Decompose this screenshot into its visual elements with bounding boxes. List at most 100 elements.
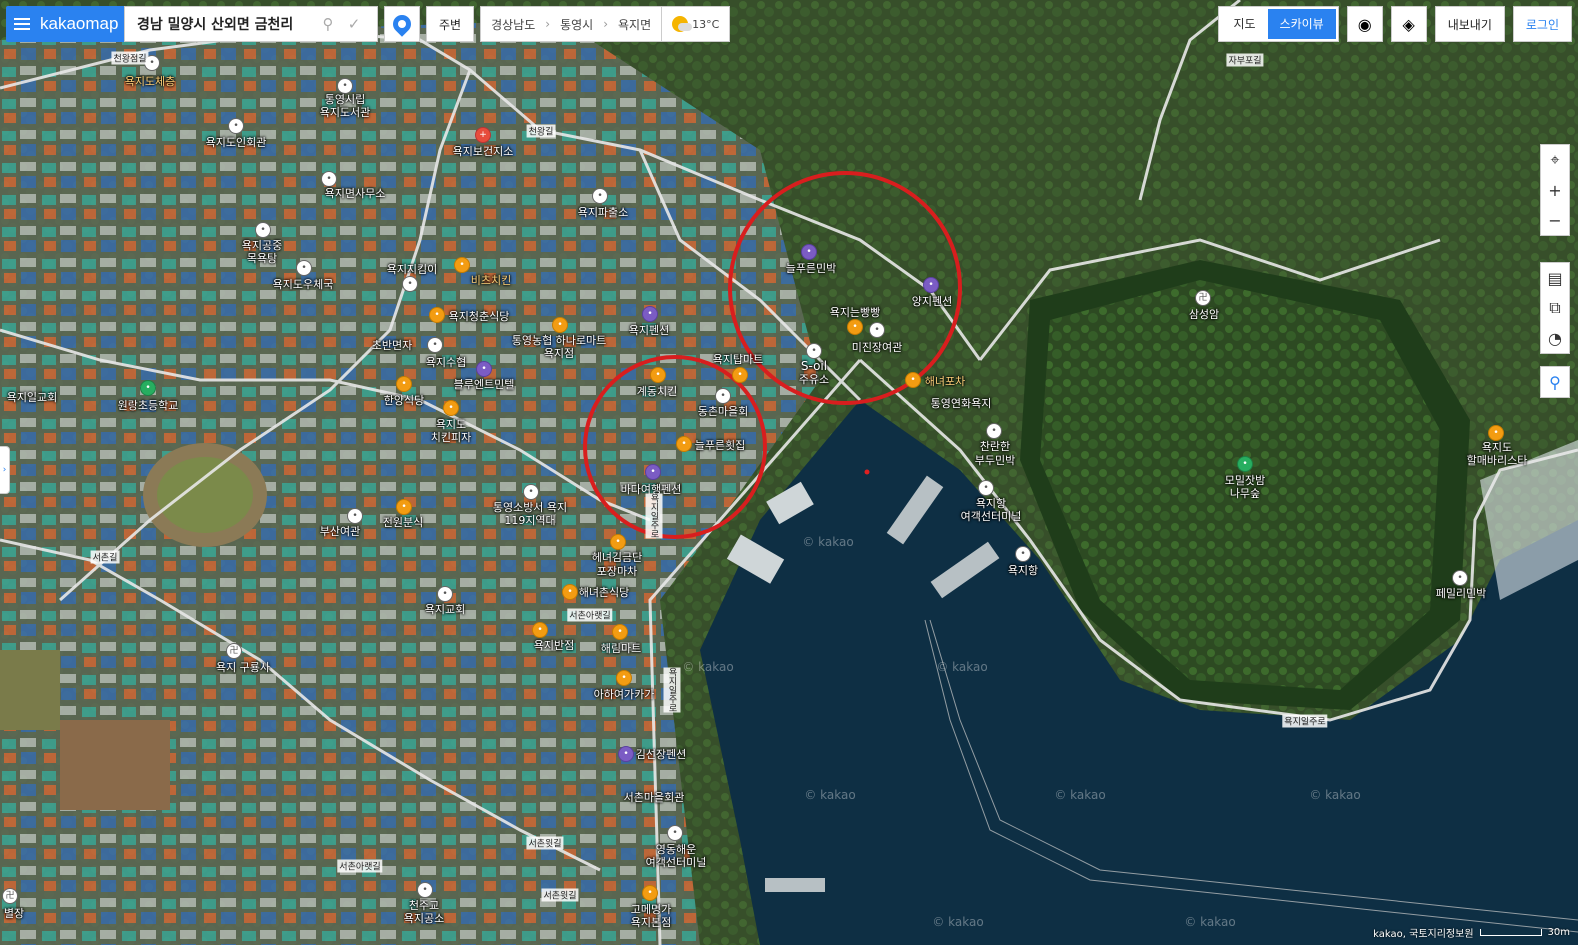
food-marker[interactable]: • — [610, 534, 626, 550]
place-label[interactable]: 욕지는빵빵 — [830, 304, 881, 320]
place-label[interactable]: 원랑초등학교 — [118, 397, 179, 413]
poi-marker[interactable]: • — [986, 423, 1002, 439]
place-label[interactable]: 욕지점 — [544, 345, 574, 361]
place-label[interactable]: 서촌마을회관 — [624, 789, 685, 805]
lodging-marker[interactable]: • — [618, 746, 634, 762]
place-label[interactable]: 부산여관 — [320, 523, 360, 539]
place-label[interactable]: 미진장여관 — [852, 339, 903, 355]
place-label[interactable]: 나무숲 — [1230, 485, 1260, 501]
gas-station-marker[interactable]: • — [806, 343, 822, 359]
place-label[interactable]: 119지역대 — [504, 512, 555, 528]
place-label[interactable]: 치킨피자 — [431, 429, 471, 445]
place-label[interactable]: 계동치킨 — [637, 383, 677, 399]
place-label[interactable]: 목욕탕 — [247, 250, 277, 266]
breadcrumb-item[interactable]: 욕지면 — [618, 16, 651, 33]
place-label[interactable]: 전원분식 — [383, 514, 423, 530]
place-label[interactable]: 한양식당 — [384, 392, 424, 408]
place-label[interactable]: 욕지청춘식당 — [449, 308, 510, 324]
map-view-button[interactable]: 지도 — [1221, 9, 1267, 39]
poi-marker[interactable]: • — [667, 825, 683, 841]
poi-marker[interactable]: • — [347, 508, 363, 524]
temple-marker[interactable]: 卍 — [2, 888, 18, 904]
place-label[interactable]: 욕지보건지소 — [453, 143, 514, 159]
temple-marker[interactable]: 卍 — [1195, 290, 1211, 306]
skyview-button[interactable]: 스카이뷰 — [1267, 9, 1336, 39]
poi-marker[interactable]: • — [592, 188, 608, 204]
kakaomap-logo[interactable]: kakaomap — [6, 6, 124, 42]
food-marker[interactable]: • — [429, 307, 445, 323]
food-marker[interactable]: • — [612, 624, 628, 640]
place-label[interactable]: 욕지도서관 — [320, 104, 371, 120]
place-label[interactable]: 여객선터미널 — [646, 854, 707, 870]
place-label[interactable]: 김선장펜션 — [636, 746, 687, 762]
place-label[interactable]: 욕지 구룡사 — [216, 659, 270, 675]
place-label[interactable]: 욕지도우체국 — [273, 276, 334, 292]
place-label[interactable]: 여객선터미널 — [961, 508, 1022, 524]
place-label[interactable]: 삼성암 — [1189, 306, 1219, 322]
lodging-marker[interactable]: • — [923, 277, 939, 293]
place-label[interactable]: 할매바리스타 — [1467, 452, 1528, 468]
menu-icon[interactable] — [14, 18, 30, 30]
place-label[interactable]: 동촌마을회 — [698, 403, 749, 419]
side-panel-toggle[interactable]: › — [0, 446, 10, 494]
food-marker[interactable]: • — [552, 317, 568, 333]
place-label[interactable]: 욕지공소 — [404, 910, 444, 926]
place-label[interactable]: 욕지펜션 — [629, 322, 669, 338]
login-button[interactable]: 로그인 — [1512, 6, 1572, 42]
food-marker[interactable]: • — [905, 372, 921, 388]
place-label[interactable]: 양지펜션 — [912, 293, 952, 309]
place-label[interactable]: 욕지파출소 — [578, 204, 629, 220]
poi-marker[interactable]: • — [296, 260, 312, 276]
place-label[interactable]: 욕지도인회관 — [206, 134, 267, 150]
poi-marker[interactable]: • — [255, 222, 271, 238]
place-label[interactable]: 욕지항 — [1008, 562, 1038, 578]
lodging-marker[interactable]: • — [645, 464, 661, 480]
poi-marker[interactable]: • — [978, 480, 994, 496]
place-label[interactable]: 늘푸른횟집 — [695, 437, 746, 453]
food-marker[interactable]: • — [443, 400, 459, 416]
food-marker[interactable]: • — [732, 367, 748, 383]
poi-marker[interactable]: • — [417, 882, 433, 898]
place-label[interactable]: 블루엔트민텔 — [454, 376, 515, 392]
poi-marker[interactable]: • — [1452, 570, 1468, 586]
area-icon[interactable]: ⧉ — [1540, 293, 1570, 323]
current-location-icon[interactable]: ⌖ — [1540, 145, 1570, 175]
zoom-in-button[interactable]: + — [1540, 175, 1570, 205]
food-marker[interactable]: • — [616, 670, 632, 686]
school-marker[interactable]: • — [140, 380, 156, 396]
poi-marker[interactable]: • — [1015, 546, 1031, 562]
roadview-icon[interactable]: ⚲ — [1540, 367, 1570, 397]
place-label[interactable]: 욕지도체층 — [125, 73, 176, 89]
zoom-out-button[interactable]: − — [1540, 205, 1570, 235]
lodging-marker[interactable]: • — [642, 306, 658, 322]
food-marker[interactable]: • — [454, 257, 470, 273]
poi-marker[interactable]: • — [402, 276, 418, 292]
search-icon[interactable]: ⚲ — [319, 15, 337, 33]
lodging-marker[interactable]: • — [476, 361, 492, 377]
food-marker[interactable]: • — [562, 584, 578, 600]
place-label[interactable]: 욕지일교회 — [7, 389, 58, 405]
food-marker[interactable]: • — [532, 622, 548, 638]
nearby-button[interactable]: 주변 — [426, 6, 475, 42]
layers-button[interactable]: ◈ — [1390, 6, 1427, 42]
food-marker[interactable]: • — [396, 376, 412, 392]
place-label[interactable]: 해림마트 — [601, 640, 641, 656]
place-label[interactable]: 욕지탑마트 — [713, 351, 764, 367]
place-label[interactable]: 부두민박 — [975, 452, 1015, 468]
place-label[interactable]: 해녀촌식당 — [579, 584, 630, 600]
food-marker[interactable]: • — [847, 319, 863, 335]
place-label[interactable]: 페밀리민박 — [1436, 585, 1487, 601]
food-marker[interactable]: • — [642, 885, 658, 901]
search-input[interactable] — [135, 15, 311, 33]
place-label[interactable]: 욕지수협 — [426, 354, 466, 370]
food-marker[interactable]: • — [650, 367, 666, 383]
poi-marker[interactable]: • — [523, 484, 539, 500]
place-label[interactable]: 비츠치킨 — [471, 272, 511, 288]
place-label[interactable]: 늘푸른민박 — [786, 260, 837, 276]
place-label[interactable]: 통영연화욕지 — [931, 395, 992, 411]
place-label[interactable]: 욕지면사무소 — [325, 185, 386, 201]
place-label[interactable]: 별장 — [4, 905, 24, 921]
poi-marker[interactable]: • — [869, 322, 885, 338]
poi-marker[interactable]: • — [228, 118, 244, 134]
breadcrumb-item[interactable]: 경상남도 — [491, 16, 535, 33]
